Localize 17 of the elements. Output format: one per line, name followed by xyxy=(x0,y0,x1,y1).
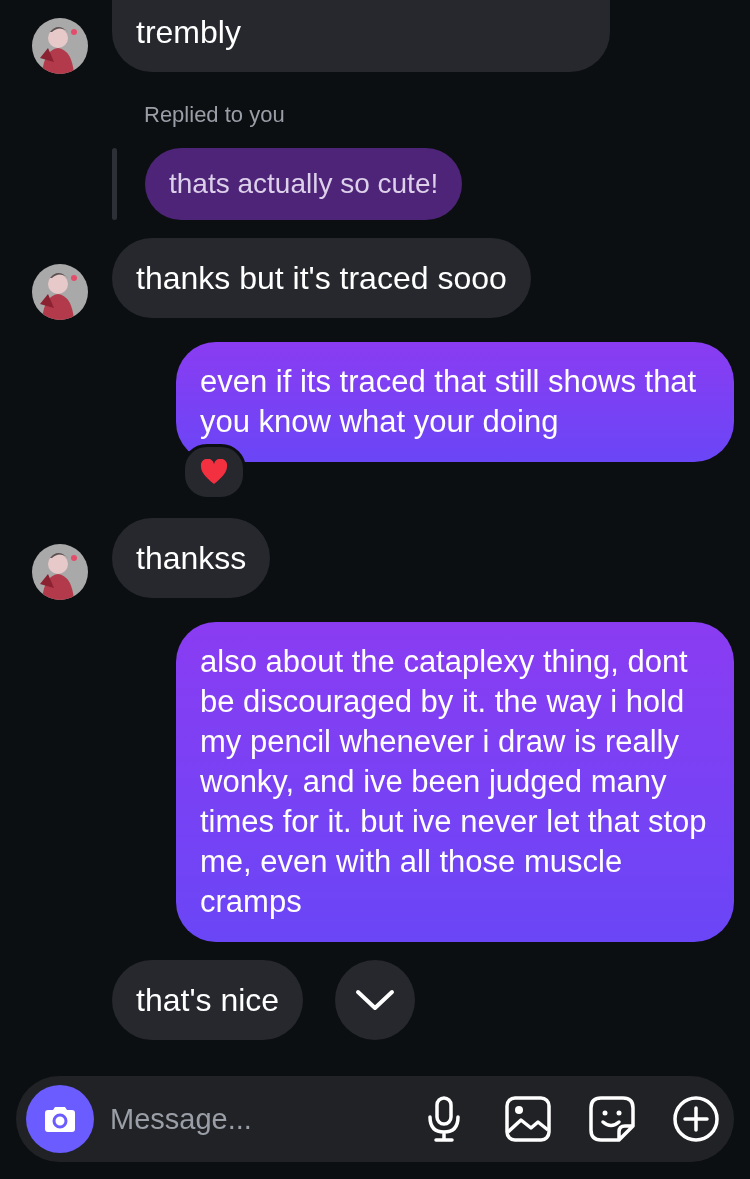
message-bubble: thankss xyxy=(112,518,271,598)
microphone-icon xyxy=(426,1096,462,1142)
chevron-down-icon xyxy=(355,989,395,1011)
message-field[interactable]: Message... xyxy=(108,1101,388,1137)
quoted-message[interactable]: thats actually so cute! xyxy=(145,148,463,220)
camera-button[interactable] xyxy=(26,1085,94,1153)
plus-circle-icon xyxy=(673,1096,719,1142)
message-bubble: also about the cataplexy thing, dont be discouraged by it. the way i hold my pencil whenever i draw is really wonky, and ive been judged many times for it. but ive never let that stop me, even with all those muscle cramps xyxy=(176,622,734,942)
sticker-icon xyxy=(589,1096,635,1142)
reply-label: Replied to you xyxy=(143,102,286,128)
image-icon xyxy=(505,1096,551,1142)
message-bubble: thanks but it's traced sooo xyxy=(112,238,531,318)
message-bubble: trembly xyxy=(112,0,610,72)
camera-icon xyxy=(44,1105,76,1133)
heart-icon xyxy=(200,459,228,485)
message-bubble: even if its traced that still shows that you know what your doing xyxy=(176,342,734,462)
message-bubble: that's nice xyxy=(112,960,304,1040)
